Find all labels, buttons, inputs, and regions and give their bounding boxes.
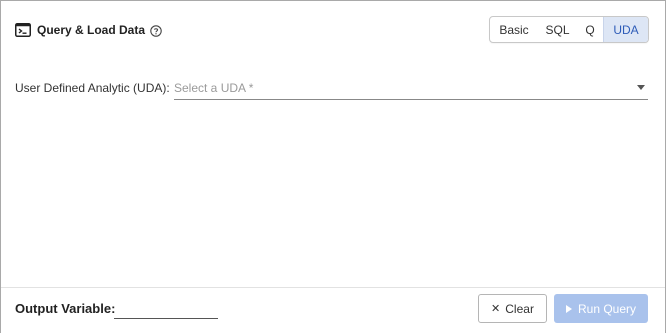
run-query-button-label: Run Query: [577, 301, 637, 316]
run-query-button[interactable]: Run Query: [554, 294, 648, 323]
terminal-icon: [15, 23, 31, 37]
panel-header: Query & Load Data: [15, 21, 162, 39]
uda-select-placeholder: Select a UDA *: [174, 81, 254, 95]
mode-basic-button[interactable]: Basic: [490, 17, 538, 42]
query-load-panel: Query & Load Data Basic SQL Q UDA User D…: [0, 0, 666, 333]
play-icon: [565, 304, 572, 313]
uda-label: User Defined Analytic (UDA):: [15, 81, 170, 95]
output-variable-input[interactable]: [114, 299, 218, 319]
output-variable-label: Output Variable:: [15, 301, 116, 316]
clear-button[interactable]: ✕ Clear: [478, 294, 547, 323]
clear-button-label: Clear: [505, 301, 534, 316]
query-mode-toggle: Basic SQL Q UDA: [489, 16, 649, 43]
mode-uda-button[interactable]: UDA: [603, 17, 648, 42]
uda-select[interactable]: Select a UDA *: [174, 77, 648, 100]
mode-q-button[interactable]: Q: [577, 17, 603, 42]
panel-footer: Output Variable: ✕ Clear Run Query: [1, 287, 665, 333]
caret-down-icon: [637, 85, 645, 90]
help-icon[interactable]: [150, 24, 162, 37]
panel-title: Query & Load Data: [37, 23, 146, 37]
close-icon: ✕: [491, 303, 501, 315]
mode-sql-button[interactable]: SQL: [538, 17, 577, 42]
